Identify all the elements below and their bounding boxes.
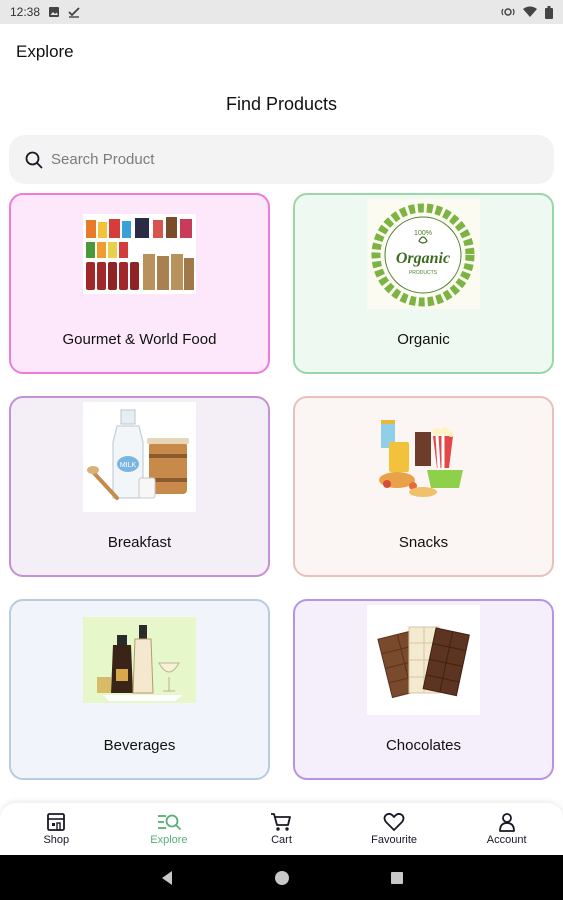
app-bar: Explore <box>0 24 563 80</box>
category-label: Chocolates <box>385 737 462 754</box>
nav-item-favourite[interactable]: Favourite <box>338 803 451 855</box>
shop-icon <box>47 813 66 831</box>
category-card-organic[interactable]: 100% Organic PRODUCTS Organic <box>293 193 554 374</box>
category-label: Organic <box>397 331 450 348</box>
milk-breakfast-image: MILK <box>83 402 196 512</box>
category-card-gourmet[interactable]: Gourmet & World Food <box>9 193 270 374</box>
account-icon <box>498 813 515 832</box>
cart-icon <box>271 813 292 831</box>
app-bar-title: Explore <box>16 42 74 61</box>
search-input[interactable] <box>51 151 511 168</box>
category-label: Snacks <box>398 534 449 551</box>
nav-item-cart[interactable]: Cart <box>225 803 338 855</box>
check-icon <box>68 7 80 18</box>
nav-label-explore: Explore <box>150 834 188 846</box>
status-time: 12:38 <box>10 5 41 19</box>
nav-item-account[interactable]: Account <box>450 803 563 855</box>
search-icon <box>25 151 43 168</box>
vibrate-icon <box>501 8 515 16</box>
category-card-chocolates[interactable]: Chocolates <box>293 599 554 780</box>
nav-item-explore[interactable]: Explore <box>113 803 226 855</box>
category-label: Breakfast <box>107 534 172 551</box>
nav-label-cart: Cart <box>271 834 292 846</box>
nav-label-account: Account <box>486 834 527 846</box>
organic-badge-main: Organic <box>396 250 450 267</box>
milk-bottle-label: MILK <box>120 462 137 469</box>
organic-badge-sub: PRODUCTS <box>409 270 438 276</box>
organic-badge-image: 100% Organic PRODUCTS <box>367 199 480 309</box>
nav-label-favourite: Favourite <box>371 834 417 846</box>
chocolates-image <box>367 605 480 715</box>
nav-item-shop[interactable]: Shop <box>0 803 113 855</box>
category-grid: Gourmet & World Food 100% Organic PRODUC… <box>9 193 554 783</box>
status-bar-right <box>501 5 553 19</box>
status-bar-left: 12:38 <box>10 5 80 19</box>
wifi-icon <box>523 6 537 17</box>
status-bar: 12:38 <box>0 0 563 24</box>
category-label: Beverages <box>103 737 176 754</box>
category-card-beverages[interactable]: Beverages <box>9 599 270 780</box>
category-label: Gourmet & World Food <box>62 331 217 348</box>
nav-label-shop: Shop <box>43 834 70 846</box>
page-title: Find Products <box>225 94 338 114</box>
heart-icon <box>383 812 405 831</box>
explore-icon <box>157 814 181 830</box>
category-card-breakfast[interactable]: MILK Breakfast <box>9 396 270 577</box>
search-bar[interactable] <box>9 135 554 184</box>
recents-icon[interactable] <box>390 871 404 885</box>
battery-icon <box>545 5 553 19</box>
back-icon[interactable] <box>160 870 174 886</box>
gourmet-products-image <box>83 199 196 309</box>
home-icon[interactable] <box>274 870 290 886</box>
system-nav-bar <box>0 855 563 900</box>
category-card-snacks[interactable]: Snacks <box>293 396 554 577</box>
organic-badge-top: 100% <box>414 230 432 237</box>
bottom-nav: Shop Explore Cart Favourite Account <box>0 803 563 855</box>
image-icon <box>49 7 60 17</box>
snacks-image <box>367 402 480 512</box>
beverages-image <box>83 605 196 715</box>
